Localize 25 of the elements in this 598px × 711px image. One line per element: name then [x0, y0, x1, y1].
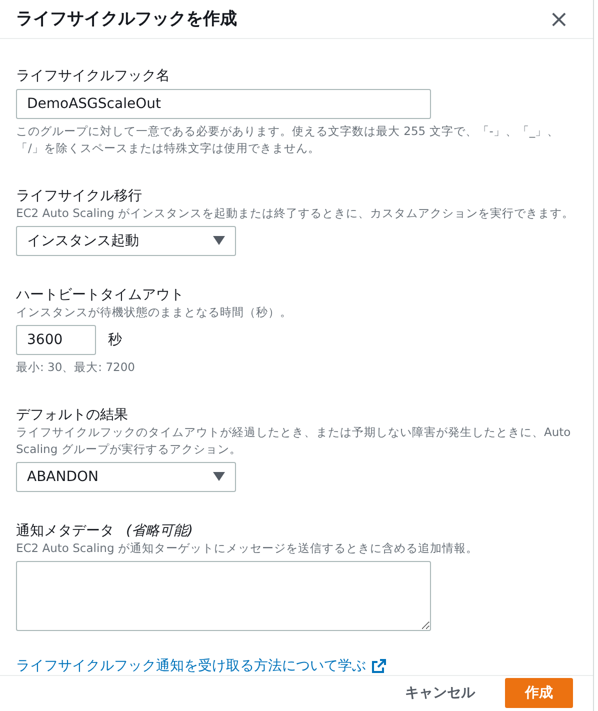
field-label: 通知メタデータ	[16, 522, 114, 540]
optional-label: (省略可能)	[126, 522, 193, 540]
dialog-title: ライフサイクルフックを作成	[16, 8, 237, 30]
field-description: EC2 Auto Scaling が通知ターゲットにメッセージを送信するときに含める追加情報。	[16, 540, 479, 557]
dropdown[interactable]: インスタンス起動	[16, 226, 236, 256]
external-link-icon	[372, 658, 386, 673]
field-label: ライフサイクル移行	[16, 186, 142, 205]
field-label: ハートビートタイムアウト	[16, 286, 184, 304]
field-label: デフォルトの結果	[16, 406, 128, 424]
field-label: ライフサイクルフック名	[16, 66, 170, 85]
text-area[interactable]	[16, 560, 431, 631]
field-description: EC2 Auto Scaling がインスタンスを起動または終了するときに、カスタムアクションを実行できます。	[16, 204, 575, 222]
field-hint: このグループに対して一意である必要があります。使える文字数は最大 255 文字で、「-」、「_」、「/」を除くスペースまたは特殊文字は使用できません。	[16, 122, 560, 157]
help-link[interactable]: ライフサイクルフック通知を受け取る方法について学ぶ	[16, 656, 366, 675]
close-button[interactable]: ×	[544, 4, 573, 33]
input-field[interactable]: DemoASGScaleOut	[16, 88, 431, 119]
unit-label: 秒	[108, 330, 122, 349]
caret-icon	[213, 472, 225, 482]
field-description: ライフサイクルフックのタイムアウトが経過したとき、または予期しない障害が発生したときに、Auto Scaling グループが実行するアクション。	[16, 424, 572, 458]
input-field[interactable]: 3600	[16, 324, 96, 355]
caret-icon	[213, 236, 225, 246]
field-description: インスタンスが待機状態のままとなる時間（秒）。	[16, 304, 293, 321]
field-hint: 最小: 30、最大: 7200	[16, 358, 136, 376]
dropdown[interactable]: ABANDON	[16, 462, 236, 492]
cancel-button[interactable]: キャンセル	[385, 678, 495, 708]
